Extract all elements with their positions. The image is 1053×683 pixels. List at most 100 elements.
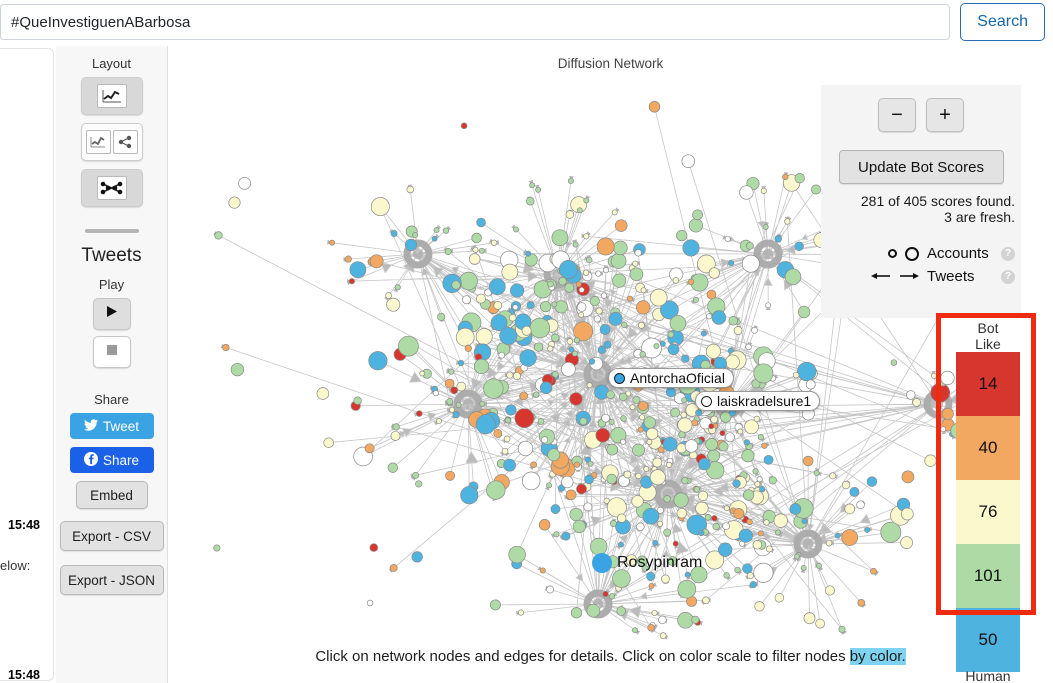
network-node[interactable]	[387, 462, 398, 473]
color-scale-bin-2[interactable]: 76	[956, 480, 1020, 544]
network-node[interactable]	[794, 173, 805, 184]
network-node[interactable]	[792, 371, 800, 379]
network-node[interactable]	[757, 434, 764, 441]
network-node[interactable]	[805, 379, 816, 390]
network-node[interactable]	[870, 567, 877, 575]
network-node[interactable]	[583, 197, 590, 204]
network-node[interactable]	[849, 486, 860, 497]
network-node[interactable]	[530, 461, 537, 469]
network-node[interactable]	[676, 507, 688, 519]
network-node[interactable]	[526, 196, 535, 206]
network-node[interactable]	[547, 448, 561, 462]
network-node[interactable]	[649, 288, 668, 307]
network-node[interactable]	[693, 486, 701, 493]
network-node[interactable]	[583, 502, 593, 512]
network-node[interactable]	[323, 437, 334, 448]
node-label-rosypinram[interactable]: Rosypinram	[592, 552, 710, 574]
network-node[interactable]	[697, 490, 709, 501]
network-node[interactable]	[677, 579, 697, 599]
network-node[interactable]	[514, 408, 535, 429]
network-node[interactable]	[751, 326, 758, 334]
network-node[interactable]	[489, 599, 501, 611]
network-node[interactable]	[392, 423, 400, 431]
network-node[interactable]	[742, 489, 755, 501]
network-node[interactable]	[637, 426, 644, 433]
network-node[interactable]	[222, 343, 230, 352]
network-node[interactable]	[670, 407, 681, 418]
network-node[interactable]	[719, 430, 726, 437]
network-node[interactable]	[576, 207, 583, 214]
network-node[interactable]	[724, 235, 731, 242]
network-node[interactable]	[761, 442, 768, 449]
network-node[interactable]	[517, 609, 525, 616]
network-node[interactable]	[640, 287, 647, 294]
network-node[interactable]	[802, 455, 814, 467]
network-node[interactable]	[533, 342, 544, 352]
network-node[interactable]	[646, 427, 659, 440]
stop-button[interactable]	[92, 336, 131, 368]
network-node[interactable]	[521, 325, 532, 336]
network-node[interactable]	[213, 544, 221, 552]
network-node[interactable]	[659, 632, 667, 639]
network-node[interactable]	[637, 321, 645, 329]
network-node[interactable]	[673, 492, 689, 508]
network-node[interactable]	[547, 345, 554, 352]
network-node[interactable]	[724, 432, 735, 443]
network-node[interactable]	[503, 458, 516, 472]
network-node[interactable]	[488, 278, 506, 296]
network-node[interactable]	[733, 326, 743, 335]
zoom-out-button[interactable]: −	[878, 98, 916, 132]
network-node[interactable]	[599, 324, 611, 335]
network-node[interactable]	[723, 572, 730, 579]
network-node[interactable]	[844, 503, 856, 515]
network-node[interactable]	[618, 541, 624, 548]
play-button[interactable]	[92, 298, 131, 330]
network-node[interactable]	[404, 238, 418, 252]
network-node[interactable]	[593, 315, 601, 323]
network-node[interactable]	[553, 531, 560, 538]
network-node[interactable]	[692, 209, 703, 221]
network-node[interactable]	[691, 419, 699, 427]
network-node[interactable]	[757, 530, 764, 537]
network-node[interactable]	[608, 418, 615, 425]
timeline-layout-button[interactable]	[80, 77, 143, 115]
network-node[interactable]	[746, 572, 754, 580]
network-node[interactable]	[708, 267, 720, 279]
network-node[interactable]	[768, 476, 777, 485]
network-node[interactable]	[930, 382, 951, 403]
network-node[interactable]	[811, 184, 821, 195]
network-node[interactable]	[390, 230, 398, 238]
network-node[interactable]	[506, 371, 514, 379]
network-node[interactable]	[711, 310, 727, 325]
network-node[interactable]	[698, 529, 705, 537]
network-node[interactable]	[741, 449, 755, 463]
network-node[interactable]	[803, 612, 816, 625]
network-node[interactable]	[834, 532, 841, 539]
network-node[interactable]	[587, 460, 594, 467]
network-node[interactable]	[445, 470, 456, 481]
network-node[interactable]	[815, 618, 825, 629]
network-node[interactable]	[564, 282, 575, 293]
network-node[interactable]	[739, 185, 754, 200]
network-node[interactable]	[841, 529, 859, 546]
network-node[interactable]	[316, 387, 330, 400]
network-node[interactable]	[583, 233, 590, 240]
network-node[interactable]	[558, 276, 567, 286]
network-node[interactable]	[651, 609, 658, 617]
network-node[interactable]	[632, 627, 638, 634]
network-node[interactable]	[606, 390, 615, 400]
network-node[interactable]	[749, 581, 757, 589]
network-node[interactable]	[472, 246, 479, 253]
network-node[interactable]	[385, 292, 392, 299]
network-node[interactable]	[681, 397, 688, 404]
network-node[interactable]	[460, 486, 479, 505]
network-node[interactable]	[705, 343, 721, 359]
network-node[interactable]	[573, 461, 581, 468]
zoom-in-button[interactable]: +	[926, 98, 964, 132]
network-node[interactable]	[444, 378, 455, 389]
network-node[interactable]	[632, 443, 645, 457]
network-node[interactable]	[214, 231, 223, 240]
network-node[interactable]	[510, 283, 525, 298]
split-layout-button[interactable]	[80, 123, 143, 161]
network-node[interactable]	[698, 457, 711, 471]
